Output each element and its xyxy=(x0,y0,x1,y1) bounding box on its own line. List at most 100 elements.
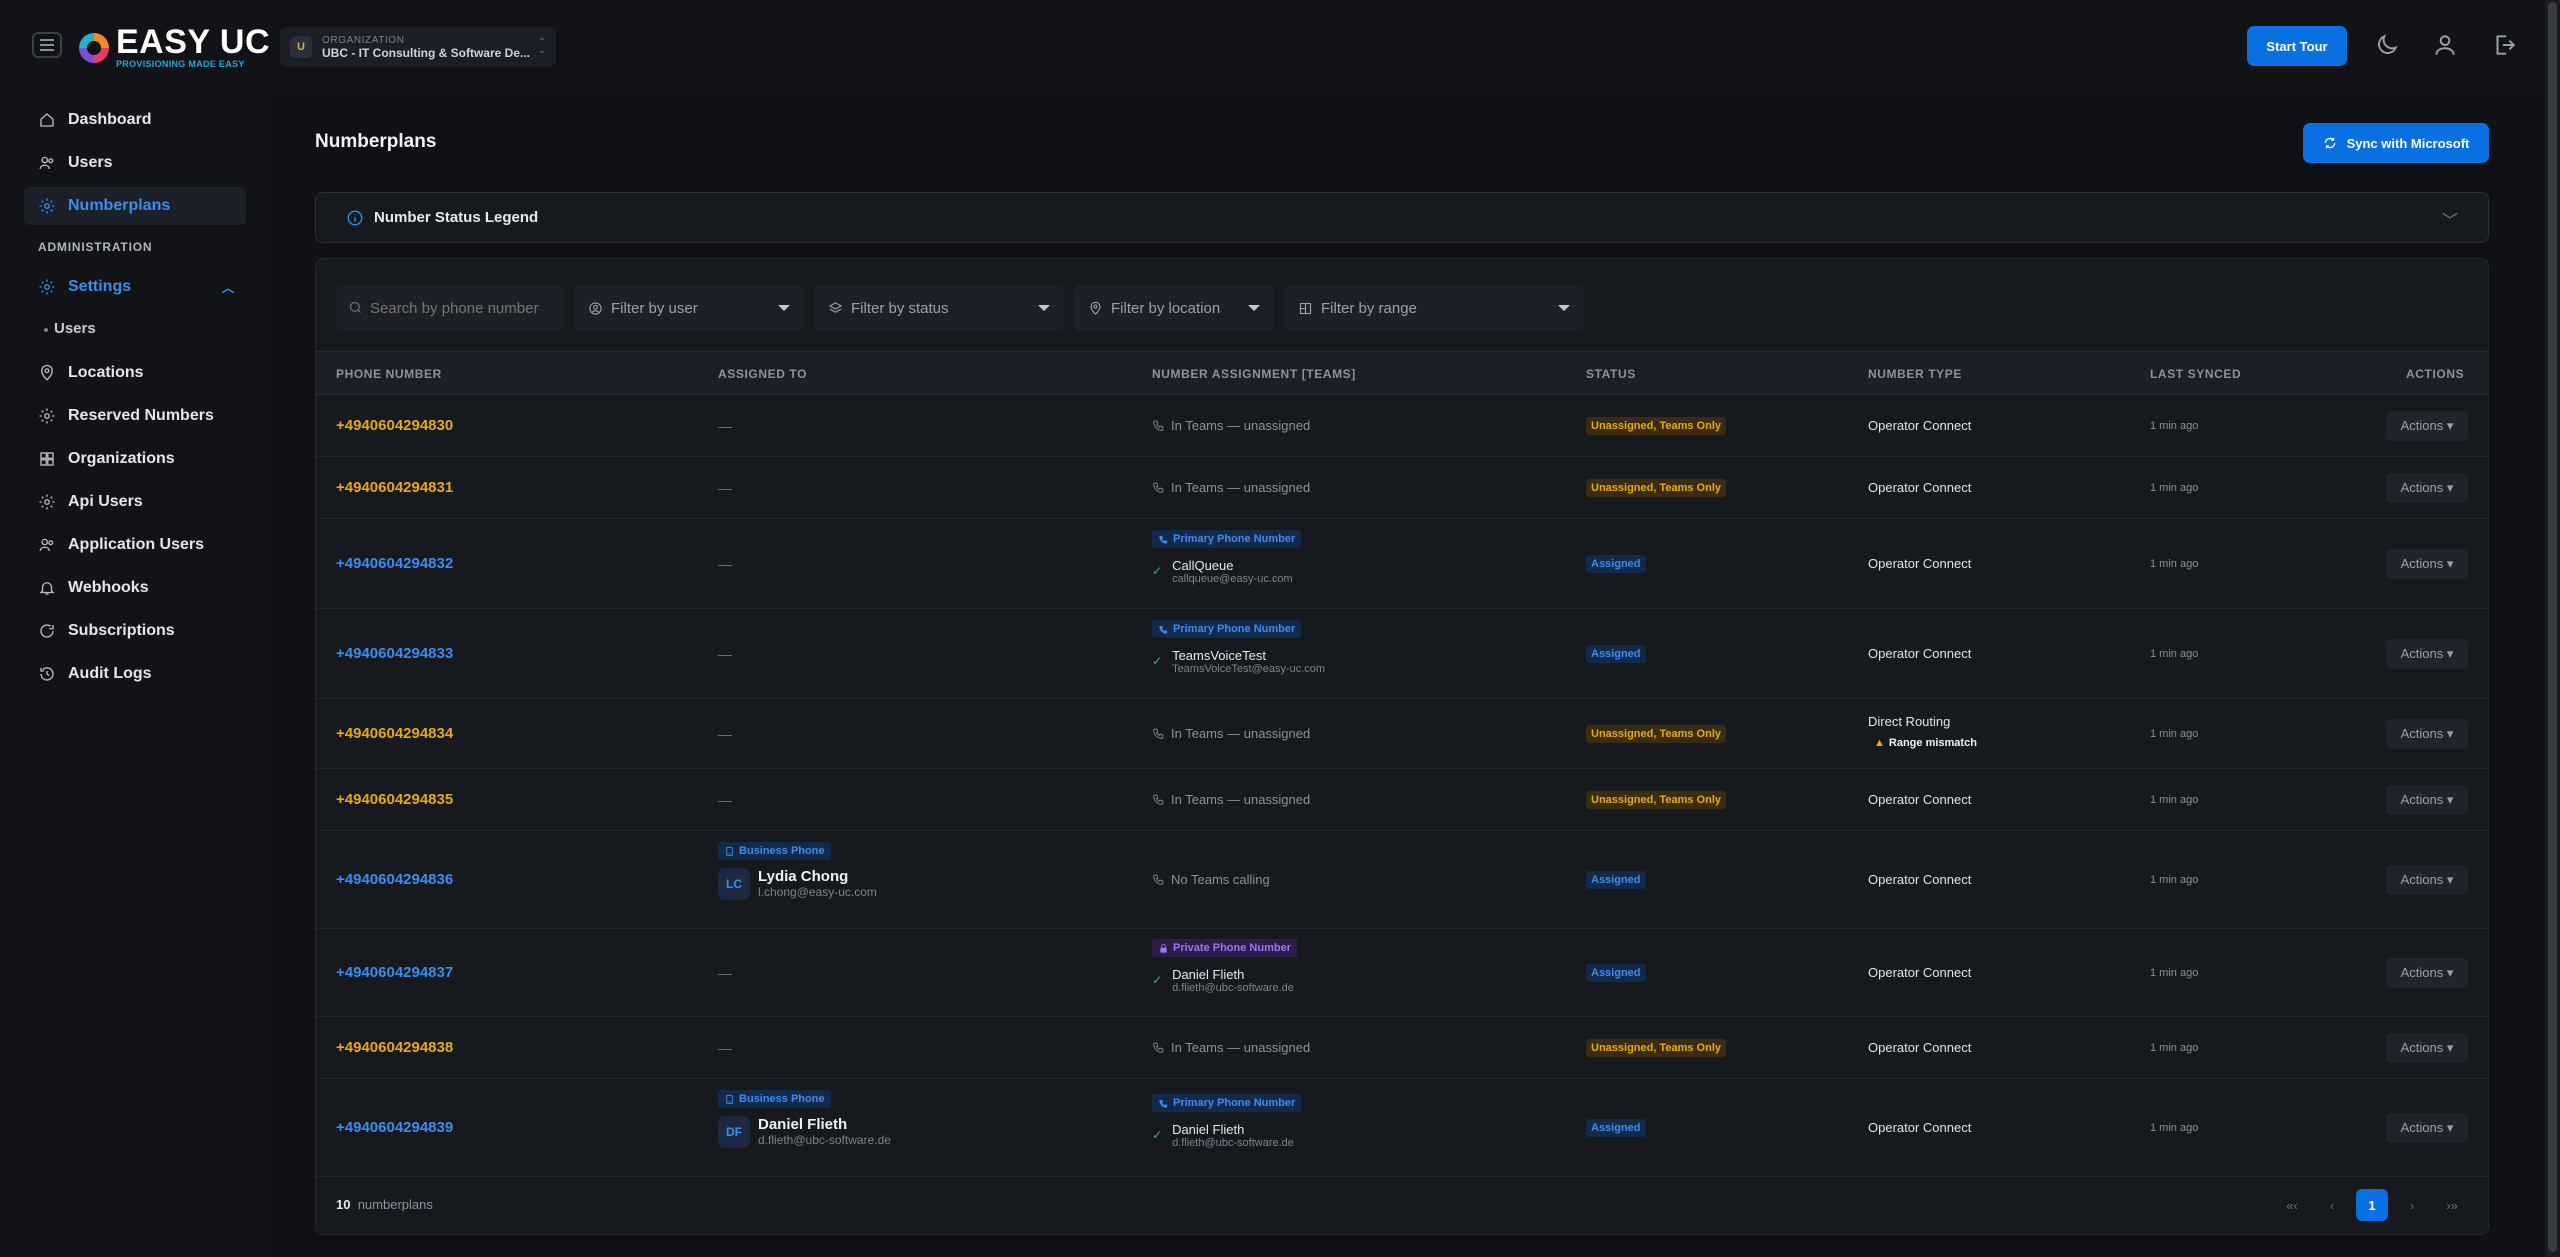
phone-number-link[interactable]: +4940604294833 xyxy=(336,645,453,662)
phone-number-link[interactable]: +4940604294835 xyxy=(336,791,453,808)
sidebar-item-api-users[interactable]: Api Users xyxy=(24,483,246,521)
assigned-user-name[interactable]: Daniel Flieth xyxy=(758,1116,891,1133)
numberplans-icon xyxy=(39,198,55,214)
actions-button[interactable]: Actions ▾ xyxy=(2386,1113,2468,1143)
chevron-updown-icon: ⌃ ⌄ xyxy=(537,37,546,56)
actions-button[interactable]: Actions ▾ xyxy=(2386,719,2468,749)
primary-phone-tag: Primary Phone Number xyxy=(1152,1094,1302,1112)
scrollbar-thumb[interactable] xyxy=(2548,2,2557,1252)
user-icon[interactable] xyxy=(2432,32,2458,58)
sidebar-item-application-users[interactable]: Application Users xyxy=(24,526,246,564)
actions-button[interactable]: Actions ▾ xyxy=(2386,639,2468,669)
status-badge: Unassigned, Teams Only xyxy=(1586,724,1727,743)
actions-button[interactable]: Actions ▾ xyxy=(2386,411,2468,441)
row-count-value: 10 xyxy=(336,1197,351,1212)
sidebar-item-settings[interactable]: Settings ︿ xyxy=(24,268,246,306)
column-header-status[interactable]: STATUS xyxy=(1586,367,1636,381)
status-badge-label: Unassigned, Teams Only xyxy=(1586,479,1727,497)
assigned-empty: — xyxy=(718,965,732,981)
filter-user-select[interactable]: Filter by user xyxy=(574,285,804,331)
actions-button[interactable]: Actions ▾ xyxy=(2386,958,2468,988)
last-synced: 1 min ago xyxy=(2150,874,2199,886)
last-page-button[interactable]: ›» xyxy=(2436,1189,2468,1221)
sidebar-item-numberplans[interactable]: Numberplans xyxy=(24,187,246,225)
legend-title: Number Status Legend xyxy=(374,209,539,226)
number-status-legend[interactable]: Number Status Legend ﹀ xyxy=(315,192,2489,243)
sidebar-item-users[interactable]: Users xyxy=(24,144,246,182)
logout-icon[interactable] xyxy=(2491,32,2517,58)
sidebar-item-dashboard[interactable]: Dashboard xyxy=(24,101,246,139)
teams-user-name: TeamsVoiceTest xyxy=(1172,647,1266,663)
sidebar-item-webhooks[interactable]: Webhooks xyxy=(24,569,246,607)
page-1-button[interactable]: 1 xyxy=(2356,1189,2388,1221)
column-header-assigned[interactable]: ASSIGNED TO xyxy=(718,367,807,381)
table-row: +4940604294833 — Primary Phone Number ✓ T… xyxy=(316,609,2488,699)
actions-button[interactable]: Actions ▾ xyxy=(2386,785,2468,815)
actions-button[interactable]: Actions ▾ xyxy=(2386,865,2468,895)
filter-location-select[interactable]: Filter by location xyxy=(1074,285,1274,331)
sync-with-microsoft-button[interactable]: Sync with Microsoft xyxy=(2303,123,2489,163)
first-page-button[interactable]: «‹ xyxy=(2276,1189,2308,1221)
filter-status-select[interactable]: Filter by status xyxy=(814,285,1064,331)
assigned-user-name[interactable]: Lydia Chong xyxy=(758,868,877,885)
organization-select[interactable]: U ORGANIZATION UBC - IT Consulting & Sof… xyxy=(280,27,556,67)
moon-icon[interactable] xyxy=(2374,32,2400,58)
teams-assignment: Primary Phone Number ✓ TeamsVoiceTest Te… xyxy=(1152,620,1325,675)
chevron-down-icon[interactable]: ﹀ xyxy=(2442,207,2458,231)
sidebar-item-audit-logs[interactable]: Audit Logs xyxy=(24,655,246,693)
menu-icon[interactable] xyxy=(32,32,62,58)
sidebar-subitem-users[interactable]: Users xyxy=(44,320,96,337)
column-header-phone[interactable]: PHONE NUMBER xyxy=(336,367,442,381)
sidebar-item-subscriptions[interactable]: Subscriptions xyxy=(24,612,246,650)
filter-status-label: Filter by status xyxy=(851,299,949,317)
actions-button[interactable]: Actions ▾ xyxy=(2386,1033,2468,1063)
column-header-synced[interactable]: LAST SYNCED xyxy=(2150,367,2241,381)
app-logo[interactable]: EASY UC PROVISIONING MADE EASY xyxy=(76,25,270,69)
prev-page-button[interactable]: ‹ xyxy=(2316,1189,2348,1221)
next-page-button[interactable]: › xyxy=(2396,1189,2428,1221)
actions-button[interactable]: Actions ▾ xyxy=(2386,473,2468,503)
tag-label: Private Phone Number xyxy=(1173,942,1291,954)
search-icon xyxy=(349,301,361,313)
table-header: PHONE NUMBER ASSIGNED TO NUMBER ASSIGNME… xyxy=(316,351,2488,395)
phone-number-link[interactable]: +4940604294837 xyxy=(336,964,453,981)
sidebar-item-reserved-numbers[interactable]: Reserved Numbers xyxy=(24,397,246,435)
phone-icon xyxy=(1152,481,1171,494)
last-synced: 1 min ago xyxy=(2150,1042,2199,1054)
number-type-label: Operator Connect xyxy=(1868,418,1972,433)
column-header-teams[interactable]: NUMBER ASSIGNMENT [TEAMS] xyxy=(1152,367,1356,381)
phone-icon xyxy=(1152,419,1171,432)
teams-user-name: Daniel Flieth xyxy=(1172,1121,1245,1137)
phone-number-link[interactable]: +4940604294834 xyxy=(336,725,453,742)
phone-number-link[interactable]: +4940604294836 xyxy=(336,871,453,888)
status-badge: Unassigned, Teams Only xyxy=(1586,790,1727,809)
sidebar-item-locations[interactable]: Locations xyxy=(24,354,246,392)
status-badge: Assigned xyxy=(1586,963,1646,982)
start-tour-button[interactable]: Start Tour xyxy=(2247,26,2347,66)
home-icon xyxy=(40,113,54,127)
last-synced: 1 min ago xyxy=(2150,728,2199,740)
phone-number-link[interactable]: +4940604294838 xyxy=(336,1039,453,1056)
sidebar-item-organizations[interactable]: Organizations xyxy=(24,440,246,478)
phone-number-link[interactable]: +4940604294830 xyxy=(336,417,453,434)
table-row: +4940604294836 Business Phone LC Lydia C… xyxy=(316,831,2488,929)
last-synced: 1 min ago xyxy=(2150,967,2199,979)
table-row: +4940604294831 — In Teams — unassigned Unas… xyxy=(316,457,2488,519)
pagination: «‹ ‹ 1 › ›» xyxy=(2276,1189,2468,1221)
filter-range-select[interactable]: Filter by range xyxy=(1284,285,1584,331)
column-header-type[interactable]: NUMBER TYPE xyxy=(1868,367,1962,381)
sidebar-item-label: Webhooks xyxy=(68,579,149,596)
assigned-empty: — xyxy=(718,726,732,742)
phone-icon xyxy=(1152,873,1171,886)
teams-assignment: Primary Phone Number ✓ CallQueue callque… xyxy=(1152,530,1302,585)
phone-number-link[interactable]: +4940604294831 xyxy=(336,479,453,496)
phone-number-link[interactable]: +4940604294832 xyxy=(336,555,453,572)
last-synced: 1 min ago xyxy=(2150,420,2199,432)
gear-icon xyxy=(39,408,55,424)
page-scrollbar[interactable] xyxy=(2545,0,2560,1257)
actions-button[interactable]: Actions ▾ xyxy=(2386,549,2468,579)
phone-number-link[interactable]: +4940604294839 xyxy=(336,1119,453,1136)
phone-icon xyxy=(1152,793,1171,806)
org-name: UBC - IT Consulting & Software De... xyxy=(322,45,531,60)
search-input[interactable] xyxy=(336,285,564,331)
